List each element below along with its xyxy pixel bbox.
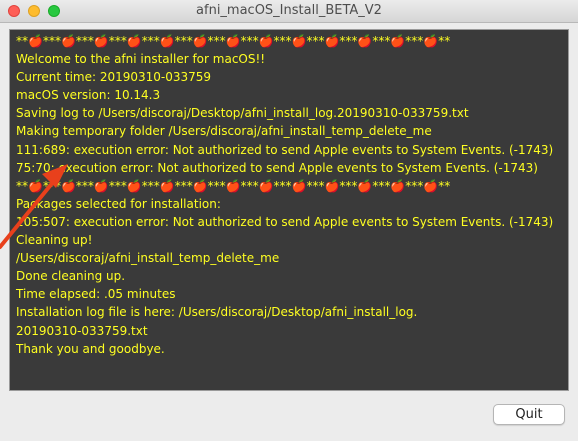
- annotation-arrow: [0, 164, 68, 249]
